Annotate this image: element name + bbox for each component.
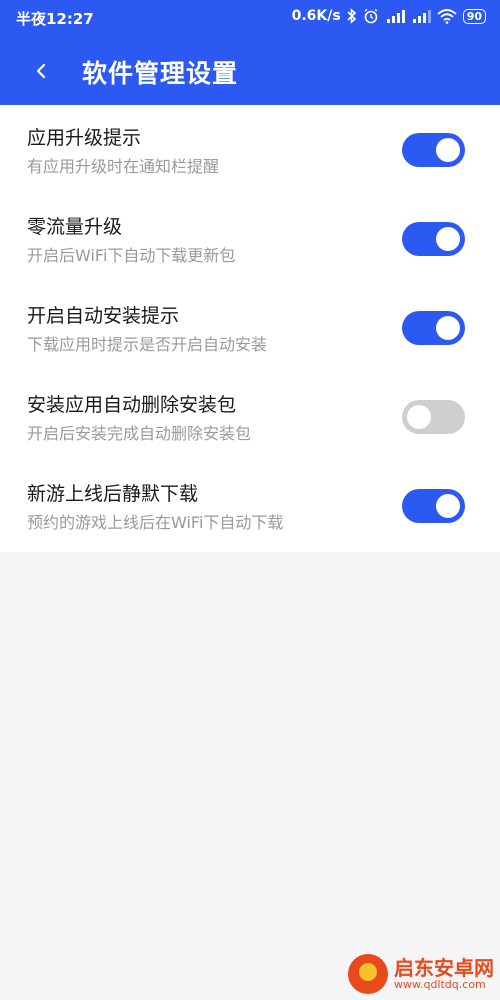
watermark-url: www.qdltdq.com — [394, 977, 486, 991]
screen: 半夜12:27 0.6K/s 90 软件管理设置 应用升级提示 有应用升级时在通… — [0, 0, 500, 1000]
settings-list: 应用升级提示 有应用升级时在通知栏提醒 零流量升级 开启后WiFi下自动下载更新… — [0, 105, 500, 552]
back-button[interactable] — [28, 58, 54, 84]
setting-title: 零流量升级 — [27, 216, 123, 238]
status-time: 半夜12:27 — [16, 10, 94, 28]
bluetooth-icon — [347, 8, 357, 24]
setting-zero-traffic-upgrade: 零流量升级 开启后WiFi下自动下载更新包 — [0, 194, 500, 283]
watermark-logo-icon — [348, 954, 388, 994]
wifi-icon — [437, 8, 457, 24]
chevron-left-icon — [36, 63, 46, 79]
signal-hd-icon — [385, 8, 405, 24]
toggle-knob — [436, 316, 460, 340]
alarm-icon — [363, 8, 379, 24]
watermark-name: 启东安卓网 — [394, 955, 494, 980]
toggle-knob — [407, 405, 431, 429]
network-speed: 0.6K/s — [291, 8, 341, 24]
setting-subtitle: 预约的游戏上线后在WiFi下自动下载 — [27, 513, 284, 532]
toggle-knob — [436, 494, 460, 518]
setting-subtitle: 开启后安装完成自动删除安装包 — [27, 424, 252, 443]
toggle-switch[interactable] — [402, 400, 465, 434]
signal-icon — [411, 8, 431, 24]
toggle-knob — [436, 227, 460, 251]
setting-subtitle: 下载应用时提示是否开启自动安装 — [27, 335, 268, 354]
toggle-knob — [436, 138, 460, 162]
setting-title: 新游上线后静默下载 — [27, 483, 199, 505]
page-title: 软件管理设置 — [82, 59, 239, 88]
setting-title: 应用升级提示 — [27, 127, 142, 149]
battery-indicator: 90 — [462, 8, 486, 24]
toggle-switch[interactable] — [402, 489, 465, 523]
app-bar: 半夜12:27 0.6K/s 90 软件管理设置 — [0, 0, 500, 105]
setting-title: 安装应用自动删除安装包 — [27, 394, 237, 416]
setting-app-update-notice: 应用升级提示 有应用升级时在通知栏提醒 — [0, 105, 500, 194]
toggle-switch[interactable] — [402, 311, 465, 345]
status-bar: 半夜12:27 0.6K/s 90 — [0, 0, 500, 36]
setting-silent-download-new-game: 新游上线后静默下载 预约的游戏上线后在WiFi下自动下载 — [0, 461, 500, 550]
setting-auto-install-prompt: 开启自动安装提示 下载应用时提示是否开启自动安装 — [0, 283, 500, 372]
watermark: 启东安卓网 www.qdltdq.com — [348, 954, 494, 994]
setting-title: 开启自动安装提示 — [27, 305, 180, 327]
setting-subtitle: 有应用升级时在通知栏提醒 — [27, 157, 220, 176]
toggle-switch[interactable] — [402, 222, 465, 256]
setting-auto-delete-package: 安装应用自动删除安装包 开启后安装完成自动删除安装包 — [0, 372, 500, 461]
title-bar: 软件管理设置 — [0, 50, 500, 92]
status-icons: 0.6K/s 90 — [292, 8, 486, 24]
setting-subtitle: 开启后WiFi下自动下载更新包 — [27, 246, 236, 265]
toggle-switch[interactable] — [402, 133, 465, 167]
